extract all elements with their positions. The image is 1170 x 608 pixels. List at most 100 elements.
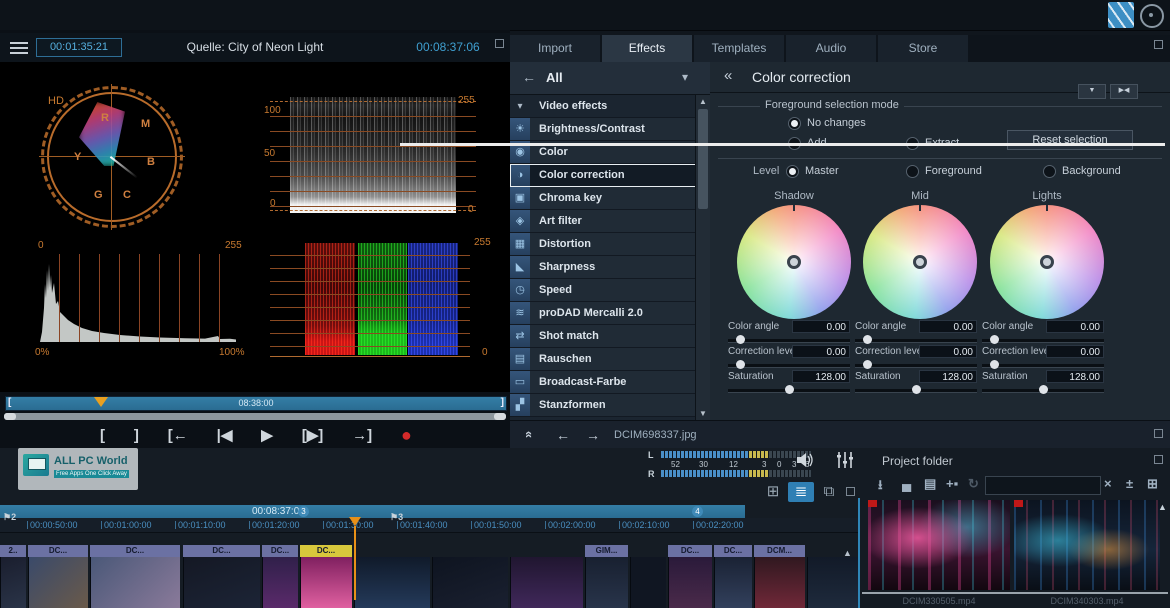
effect-item-shot-match[interactable]: ⇄ Shot match <box>510 325 696 348</box>
jump-end-button[interactable]: →] <box>352 427 372 444</box>
effect-item-color-correction[interactable]: ◑ Color correction <box>510 164 696 187</box>
add-item-icon[interactable]: +▪ <box>946 476 958 491</box>
lights-color-wheel[interactable] <box>990 205 1104 319</box>
mid-color-wheel[interactable] <box>863 205 977 319</box>
set-out-button[interactable]: ] <box>134 427 139 444</box>
detach-project-icon[interactable] <box>1154 455 1163 464</box>
clip[interactable]: DC... <box>183 545 260 608</box>
speaker-icon[interactable] <box>796 452 814 468</box>
shadow-color-angle-slider[interactable] <box>728 335 850 344</box>
clip[interactable] <box>354 545 430 608</box>
timeline-view-button[interactable]: ≣ <box>788 482 814 502</box>
refresh-icon[interactable]: ↻ <box>968 476 979 492</box>
record-button[interactable]: ● <box>401 425 412 446</box>
tab-templates[interactable]: Templates <box>694 35 784 62</box>
effect-item-speed[interactable]: ◷ Speed <box>510 279 696 302</box>
zoom-items-icon[interactable]: ± <box>1126 476 1133 491</box>
clip[interactable]: DC... <box>668 545 712 608</box>
mid-wheel-knob[interactable] <box>913 255 927 269</box>
detach-tabs-icon[interactable] <box>1154 40 1163 49</box>
panel-collapse-button[interactable]: ▶◀ <box>1110 84 1138 99</box>
multicam-view-button[interactable]: ⧉ <box>818 482 840 502</box>
lights-correction-level-value[interactable]: 0.00 <box>1046 345 1104 358</box>
current-timecode-field[interactable]: 00:01:35:21 <box>36 38 122 57</box>
effect-item-broadcast-farbe[interactable]: ▭ Broadcast-Farbe <box>510 371 696 394</box>
effect-item-stanzformen[interactable]: ▞ Stanzformen <box>510 394 696 417</box>
tab-audio[interactable]: Audio <box>786 35 876 62</box>
lights-wheel-knob[interactable] <box>1040 255 1054 269</box>
lights-color-angle-slider[interactable] <box>982 335 1104 344</box>
track-collapse-icon[interactable]: ▲ <box>843 548 852 558</box>
mid-correction-level-slider[interactable] <box>855 360 977 369</box>
mixer-icon[interactable] <box>836 451 854 469</box>
clear-search-icon[interactable]: × <box>1104 476 1112 491</box>
chevron-down-icon[interactable]: ▾ <box>682 70 688 84</box>
timeline-ruler[interactable]: 00:00:50:00 00:01:00:00 00:01:10:00 00:0… <box>0 518 860 533</box>
marker-circle-3[interactable]: 3 <box>298 506 309 517</box>
group-chevron-icon[interactable]: ▾ <box>510 101 530 112</box>
mid-saturation-slider[interactable] <box>855 385 977 394</box>
project-scrollbar[interactable] <box>862 592 1168 594</box>
lights-saturation-value[interactable]: 128.00 <box>1046 370 1104 383</box>
project-scroll-up-icon[interactable]: ▲ <box>1158 502 1167 512</box>
clip[interactable]: GIM... <box>585 545 628 608</box>
timeline-playhead-marker[interactable] <box>349 517 361 526</box>
clip[interactable]: DC... <box>90 545 180 608</box>
preview-scrollbar[interactable] <box>4 413 506 420</box>
detach-timeline-icon[interactable] <box>846 487 855 496</box>
timeline-range-bar[interactable]: 00:08:37:06 <box>0 505 745 518</box>
effects-palette-button[interactable] <box>1108 2 1134 28</box>
clip[interactable]: 2.. <box>0 545 26 608</box>
tab-import[interactable]: Import <box>510 35 600 62</box>
previous-frame-button[interactable]: |◀ <box>217 426 233 444</box>
previous-effect-icon[interactable]: ← <box>556 427 570 443</box>
play-button[interactable]: ▶ <box>261 426 273 444</box>
media-thumbnail[interactable] <box>868 500 1010 590</box>
lights-color-angle-value[interactable]: 0.00 <box>1046 320 1104 333</box>
shadow-correction-level-slider[interactable] <box>728 360 850 369</box>
lights-correction-level-slider[interactable] <box>982 360 1104 369</box>
save-icon[interactable]: ▤ <box>924 476 936 492</box>
shadow-wheel-knob[interactable] <box>787 255 801 269</box>
project-search-input[interactable] <box>985 476 1101 495</box>
mid-saturation-value[interactable]: 128.00 <box>919 370 977 383</box>
scrollbar-thumb[interactable] <box>698 109 708 209</box>
effect-item-rauschen[interactable]: ▤ Rauschen <box>510 348 696 371</box>
effect-item-brightness-contrast[interactable]: ☀ Brightness/Contrast <box>510 118 696 141</box>
mid-color-angle-slider[interactable] <box>855 335 977 344</box>
storyboard-view-button[interactable]: ⊞ <box>762 482 784 502</box>
preview-range-bar[interactable]: [ ] 08:38:00 <box>5 396 507 411</box>
reset-selection-button[interactable]: Reset selection <box>1007 130 1133 150</box>
marker-flag-2[interactable]: ⚑2 <box>3 512 16 523</box>
shadow-correction-level-value[interactable]: 0.00 <box>792 345 850 358</box>
radio-master[interactable] <box>786 165 799 178</box>
effect-item-sharpness[interactable]: ◣ Sharpness <box>510 256 696 279</box>
shadow-color-angle-value[interactable]: 0.00 <box>792 320 850 333</box>
burn-disc-icon[interactable] <box>1140 4 1164 28</box>
next-effect-icon[interactable]: → <box>586 427 600 443</box>
grid-view-icon[interactable]: ⊞ <box>1147 476 1158 492</box>
playhead-marker[interactable] <box>94 397 108 407</box>
panel-dropdown-button[interactable]: ▼ <box>1078 84 1106 99</box>
import-file-icon[interactable]: ⭳ <box>878 476 883 498</box>
radio-no-changes[interactable] <box>788 117 801 130</box>
open-folder-icon[interactable]: ▄ <box>902 476 911 491</box>
collapse-up-icon[interactable]: « <box>522 431 537 438</box>
clip-selected[interactable]: DC... <box>300 545 352 608</box>
effect-item-prodad-mercalli[interactable]: ≋ proDAD Mercalli 2.0 <box>510 302 696 325</box>
set-in-button[interactable]: [ <box>100 427 105 444</box>
clip[interactable]: DCM... <box>754 545 805 608</box>
effect-item-art-filter[interactable]: ◈ Art filter <box>510 210 696 233</box>
scroll-up-icon[interactable]: ▲ <box>696 97 710 106</box>
lights-saturation-slider[interactable] <box>982 385 1104 394</box>
media-thumbnail[interactable] <box>1014 500 1160 590</box>
shadow-color-wheel[interactable] <box>737 205 851 319</box>
clip[interactable] <box>510 545 583 608</box>
effect-item-chroma-key[interactable]: ▣ Chroma key <box>510 187 696 210</box>
timeline-horizontal-scrollbar[interactable] <box>400 143 1165 146</box>
clip[interactable]: DC... <box>28 545 88 608</box>
effects-group-video-effects[interactable]: ▾ Video effects <box>510 95 696 118</box>
scroll-down-icon[interactable]: ▼ <box>696 409 710 418</box>
collapse-back-icon[interactable]: « <box>724 67 732 84</box>
detach-panel-icon[interactable] <box>495 39 504 48</box>
